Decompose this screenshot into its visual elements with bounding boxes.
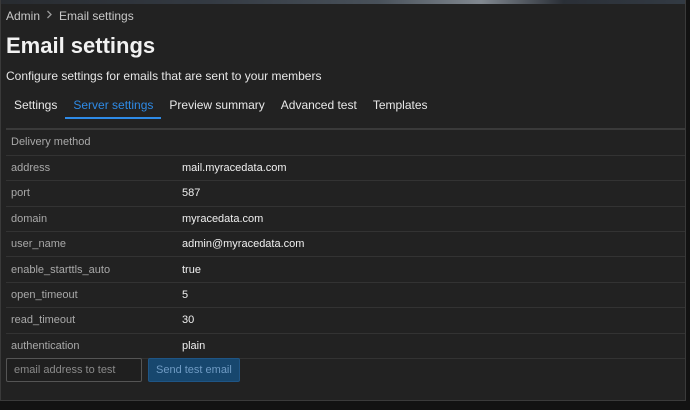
setting-value: 587	[182, 187, 201, 200]
tab-preview-summary[interactable]: Preview summary	[161, 92, 272, 118]
setting-key: authentication	[11, 339, 80, 352]
email-settings-window: Admin Email settings Email settings Conf…	[0, 0, 686, 401]
server-settings-table: Delivery method address mail.myracedata.…	[6, 130, 685, 359]
table-row: address mail.myracedata.com	[6, 155, 685, 181]
setting-value: admin@myracedata.com	[182, 238, 305, 251]
setting-key: user_name	[11, 238, 67, 251]
setting-key: port	[11, 187, 30, 200]
setting-value: 30	[182, 314, 195, 327]
test-email-form: Send test email	[6, 358, 240, 382]
setting-value: plain	[182, 339, 206, 352]
page-title: Email settings	[6, 33, 156, 58]
breadcrumb: Admin Email settings	[6, 9, 134, 23]
setting-key: enable_starttls_auto	[11, 263, 111, 276]
table-row: read_timeout 30	[6, 308, 685, 334]
settings-tabs: Settings Server settings Preview summary…	[6, 92, 436, 119]
tab-server-settings[interactable]: Server settings	[65, 92, 162, 119]
table-section-header: Delivery method	[6, 130, 685, 156]
test-email-input[interactable]	[6, 358, 142, 382]
send-test-email-button[interactable]: Send test email	[148, 358, 240, 382]
setting-key: open_timeout	[11, 289, 78, 302]
tab-templates[interactable]: Templates	[365, 92, 436, 118]
table-row: domain myracedata.com	[6, 206, 685, 232]
setting-value: true	[182, 263, 201, 276]
chevron-right-icon	[46, 10, 53, 22]
setting-key: address	[11, 162, 51, 175]
breadcrumb-admin-link[interactable]: Admin	[6, 9, 40, 23]
breadcrumb-current: Email settings	[59, 9, 134, 23]
table-row: authentication plain	[6, 333, 685, 359]
setting-value: myracedata.com	[182, 212, 264, 225]
table-row: open_timeout 5	[6, 282, 685, 308]
setting-key: read_timeout	[11, 314, 76, 327]
tab-settings[interactable]: Settings	[6, 92, 65, 118]
delivery-method-label: Delivery method	[11, 136, 91, 149]
setting-value: 5	[182, 289, 189, 302]
setting-key: domain	[11, 212, 48, 225]
page-subtitle: Configure settings for emails that are s…	[6, 69, 322, 83]
background-photo-strip	[1, 0, 685, 4]
tab-advanced-test[interactable]: Advanced test	[273, 92, 365, 118]
setting-value: mail.myracedata.com	[182, 162, 287, 175]
table-row: user_name admin@myracedata.com	[6, 232, 685, 257]
table-row: port 587	[6, 181, 685, 207]
table-row: enable_starttls_auto true	[6, 257, 685, 283]
